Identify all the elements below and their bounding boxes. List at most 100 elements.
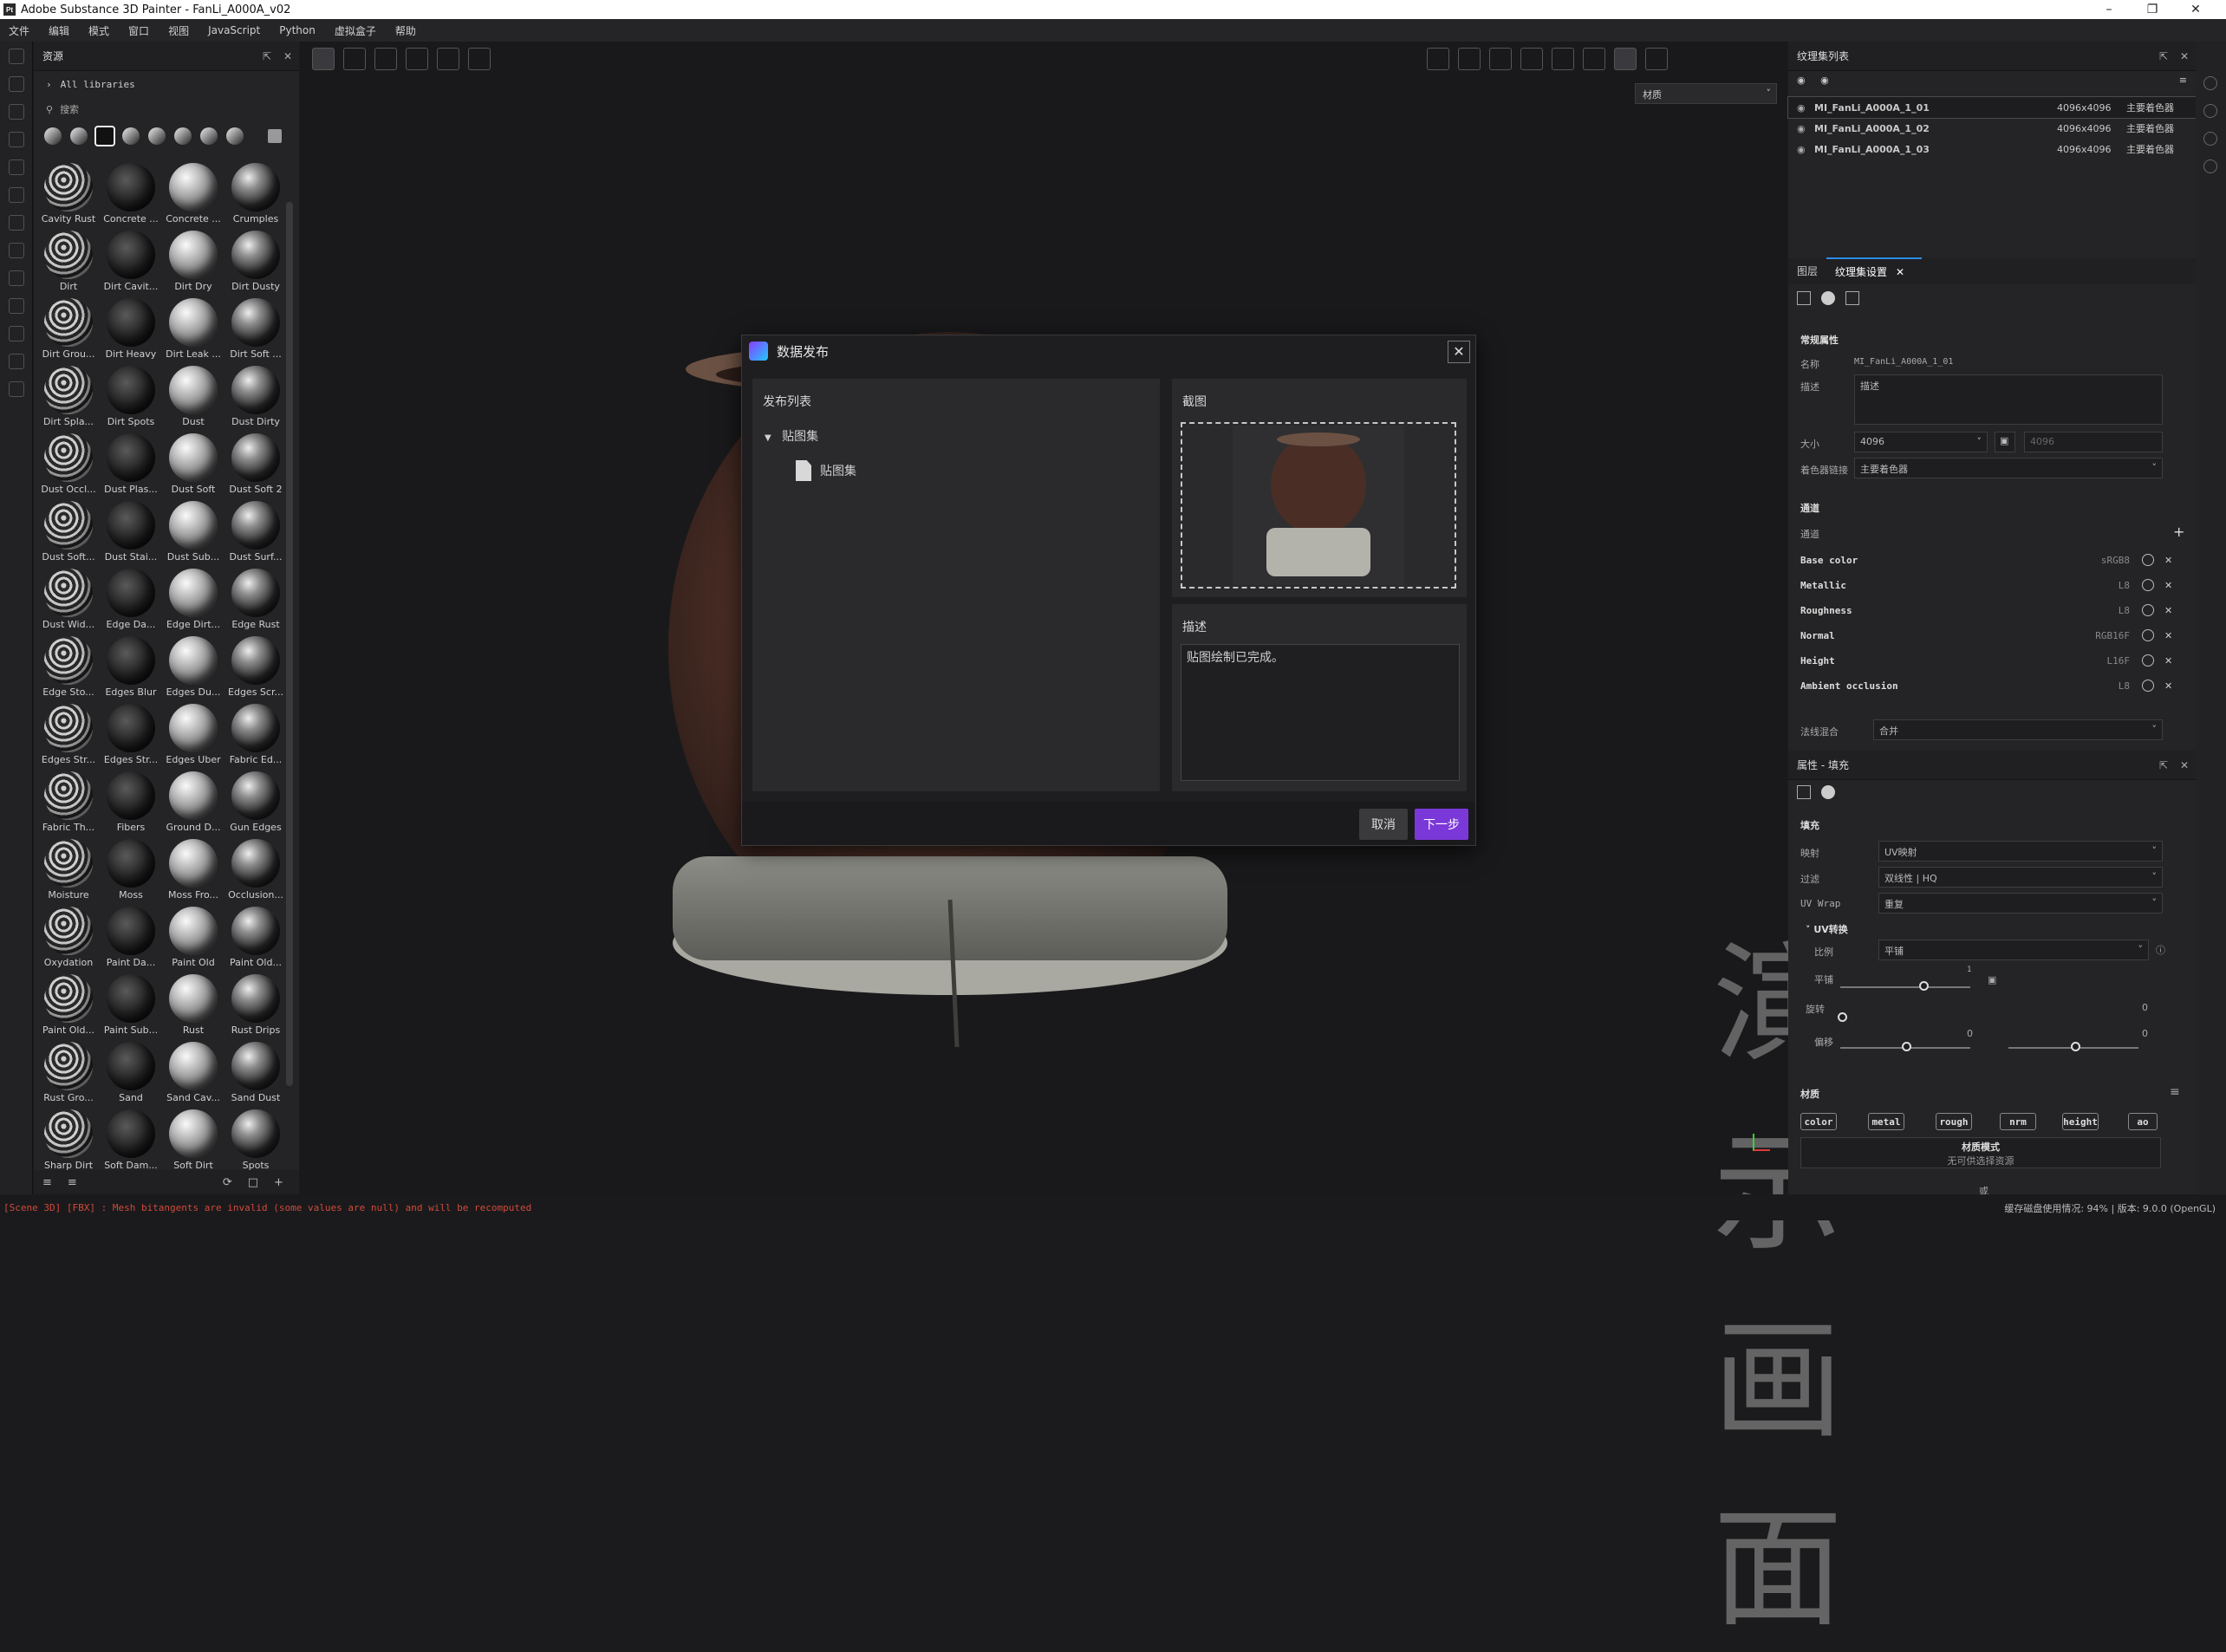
asset-tile[interactable]: Fabric Ed... (226, 702, 285, 770)
material-view-select[interactable]: 材质 ˅ (1635, 83, 1777, 104)
minimize-icon[interactable]: – (2087, 0, 2131, 19)
asset-tile[interactable]: Dirt Cavit... (101, 229, 160, 296)
tab-layers[interactable]: 图层 (1788, 258, 1826, 284)
asset-tile[interactable]: Paint Da... (101, 905, 160, 972)
screenshot-icon[interactable] (1645, 48, 1668, 70)
asset-tile[interactable]: Dirt Leak ... (164, 296, 223, 364)
frame-icon[interactable] (437, 48, 459, 70)
filter-smart-materials-icon[interactable] (70, 127, 88, 145)
wrap-select[interactable]: 重复 ˅ (1878, 893, 2163, 914)
remove-channel-icon[interactable]: ✕ (2164, 630, 2172, 641)
close-icon[interactable]: ✕ (1448, 341, 1470, 363)
asset-tile[interactable]: Edge Da... (101, 567, 160, 634)
asset-tile[interactable]: Dirt (39, 229, 98, 296)
align-icon[interactable] (406, 48, 428, 70)
asset-tile[interactable]: Edge Rust (226, 567, 285, 634)
asset-tile[interactable]: Sharp Dirt (39, 1108, 98, 1175)
asset-tile[interactable]: Dust Sub... (164, 499, 223, 567)
asset-tile[interactable]: Dirt Grou... (39, 296, 98, 364)
description-textarea[interactable]: 贴图绘制已完成。 (1181, 644, 1460, 781)
settings-icon[interactable] (1797, 785, 1811, 799)
asset-tile[interactable]: Dust Dirty (226, 364, 285, 432)
close-window-icon[interactable]: ✕ (2174, 0, 2217, 19)
menu-icon[interactable]: ≡ (2170, 1085, 2180, 1099)
asset-tile[interactable]: Gun Edges (226, 770, 285, 837)
asset-tile[interactable]: Soft Dirt (164, 1108, 223, 1175)
menu-window[interactable]: 窗口 (128, 23, 149, 38)
asset-tile[interactable]: Sand Cav... (164, 1040, 223, 1108)
display-icon[interactable] (2203, 104, 2217, 118)
library-selector[interactable]: › All libraries (34, 71, 299, 97)
menu-edit[interactable]: 编辑 (49, 23, 69, 38)
texture-set-row[interactable]: ◉ MI_FanLi_A000A_1_01 4096x4096 主要着色器 (1787, 96, 2197, 119)
mat-rough-button[interactable]: rough (1936, 1113, 1972, 1130)
grid-view-icon[interactable] (268, 129, 282, 143)
texture-set-row[interactable]: ◉ MI_FanLi_A000A_1_03 4096x4096 主要着色器 (1788, 139, 2196, 159)
channel-settings-icon[interactable] (2142, 680, 2154, 692)
ratio-select[interactable]: 平铺 ˅ (1878, 940, 2149, 960)
asset-tile[interactable]: Moisture (39, 837, 98, 905)
lock-icon[interactable]: ▣ (1988, 974, 1996, 985)
shader-select[interactable]: 主要着色器 ˅ (1854, 458, 2163, 478)
asset-tile[interactable]: Dust Soft 2 (226, 432, 285, 499)
selection-icon[interactable] (1489, 48, 1512, 70)
filter-textures-icon[interactable] (200, 127, 218, 145)
tile-slider-knob[interactable] (1919, 981, 1929, 991)
asset-tile[interactable]: Concrete ... (101, 161, 160, 229)
close-panel-icon[interactable]: ✕ (2180, 759, 2189, 771)
eye-icon[interactable]: ◉ (1797, 102, 1809, 114)
asset-tile[interactable]: Oxydation (39, 905, 98, 972)
asset-tile[interactable]: Crumples (226, 161, 285, 229)
mat-color-button[interactable]: color (1800, 1113, 1837, 1130)
asset-tile[interactable]: Dust Occl... (39, 432, 98, 499)
asset-tile[interactable]: Soft Dam... (101, 1108, 160, 1175)
mapping-select[interactable]: UV映射 ˅ (1878, 841, 2163, 862)
environment-icon[interactable] (1583, 48, 1605, 70)
eye-icon[interactable]: ◉ (1820, 75, 1829, 86)
mat-nrm-button[interactable]: nrm (2000, 1113, 2036, 1130)
offset-slider-v-knob[interactable] (2071, 1042, 2080, 1051)
cancel-button[interactable]: 取消 (1359, 809, 1408, 840)
close-tab-icon[interactable]: ✕ (1887, 266, 1913, 278)
asset-tile[interactable]: Fibers (101, 770, 160, 837)
asset-tile[interactable]: Paint Old... (226, 905, 285, 972)
asset-tile[interactable]: Spots (226, 1108, 285, 1175)
asset-tile[interactable]: Ground D... (164, 770, 223, 837)
menu-python[interactable]: Python (279, 24, 316, 36)
channel-settings-icon[interactable] (2142, 629, 2154, 641)
tile-slider[interactable] (1840, 986, 1970, 988)
mat-height-button[interactable]: height (2062, 1113, 2099, 1130)
uv-transform-title[interactable]: ˅ UV转换 (1806, 922, 1848, 936)
size-select[interactable]: 4096 ˅ (1854, 432, 1988, 452)
menu-icon[interactable]: ≡ (2179, 75, 2187, 86)
asset-tile[interactable]: Moss Fro... (164, 837, 223, 905)
texture-set-row[interactable]: ◉ MI_FanLi_A000A_1_02 4096x4096 主要着色器 (1788, 118, 2196, 139)
channel-settings-icon[interactable] (2142, 654, 2154, 667)
asset-tile[interactable]: Edges Uber (164, 702, 223, 770)
channel-settings-icon[interactable] (2142, 604, 2154, 616)
filter-environments-icon[interactable] (226, 127, 244, 145)
material-ball-icon[interactable] (1821, 785, 1835, 799)
asset-tile[interactable]: Edge Sto... (39, 634, 98, 702)
rotate-slider-knob[interactable] (1838, 1012, 1847, 1022)
undock-icon[interactable]: ⇱ (2159, 759, 2168, 771)
clock-icon[interactable] (468, 48, 491, 70)
asset-tile[interactable]: Paint Old... (39, 972, 98, 1040)
pause-icon[interactable] (1458, 48, 1481, 70)
asset-tile[interactable]: Occlusion... (226, 837, 285, 905)
material-ball-icon[interactable] (1821, 291, 1835, 305)
folder-icon[interactable]: □ (248, 1176, 258, 1189)
asset-tile[interactable]: Dirt Heavy (101, 296, 160, 364)
screenshot-dropzone[interactable] (1181, 422, 1456, 589)
asset-tile[interactable]: Dust Stai... (101, 499, 160, 567)
refresh-icon[interactable]: ⟳ (223, 1176, 232, 1189)
mat-metal-button[interactable]: metal (1868, 1113, 1904, 1130)
history-icon[interactable] (9, 326, 24, 341)
asset-tile[interactable]: Dust Plas... (101, 432, 160, 499)
asset-tile[interactable]: Cavity Rust (39, 161, 98, 229)
filter-materials-icon[interactable] (44, 127, 62, 145)
asset-tile[interactable]: Dirt Dry (164, 229, 223, 296)
asset-tile[interactable]: Dirt Spla... (39, 364, 98, 432)
asset-tile[interactable]: Dust Soft (164, 432, 223, 499)
add-channel-icon[interactable]: + (2173, 524, 2184, 540)
